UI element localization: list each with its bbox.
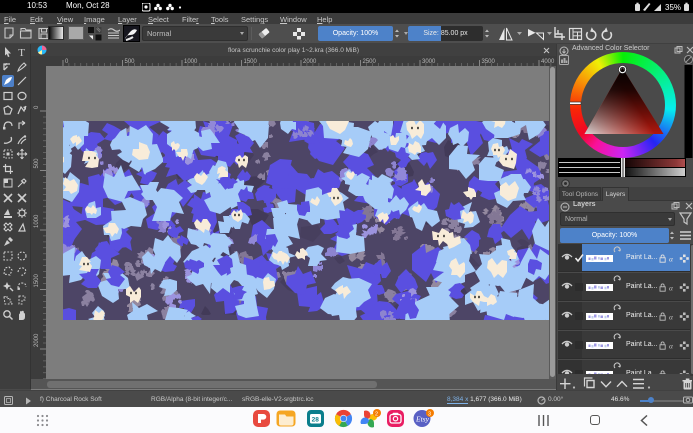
svg-text:3: 3	[428, 412, 431, 418]
svg-text:1500: 1500	[244, 59, 258, 65]
svg-text:28: 28	[312, 417, 320, 424]
svg-text:500: 500	[125, 59, 136, 65]
svg-text:T: T	[18, 47, 25, 58]
svg-text:3000: 3000	[422, 59, 436, 65]
svg-text:2500: 2500	[363, 59, 377, 65]
svg-text:2: 2	[375, 412, 378, 418]
svg-text:500: 500	[34, 158, 40, 169]
svg-text:4000: 4000	[541, 59, 555, 65]
svg-text:1000: 1000	[34, 214, 40, 228]
svg-text:2000: 2000	[303, 59, 317, 65]
svg-text:2000: 2000	[34, 333, 40, 347]
svg-text:1000: 1000	[184, 59, 198, 65]
svg-text:α: α	[669, 313, 674, 322]
svg-text:α: α	[669, 342, 674, 351]
svg-text:α: α	[669, 284, 674, 293]
svg-text:3500: 3500	[482, 59, 496, 65]
svg-text:1500: 1500	[34, 273, 40, 287]
svg-text:α: α	[669, 255, 674, 264]
svg-text:35%: 35%	[665, 3, 681, 12]
